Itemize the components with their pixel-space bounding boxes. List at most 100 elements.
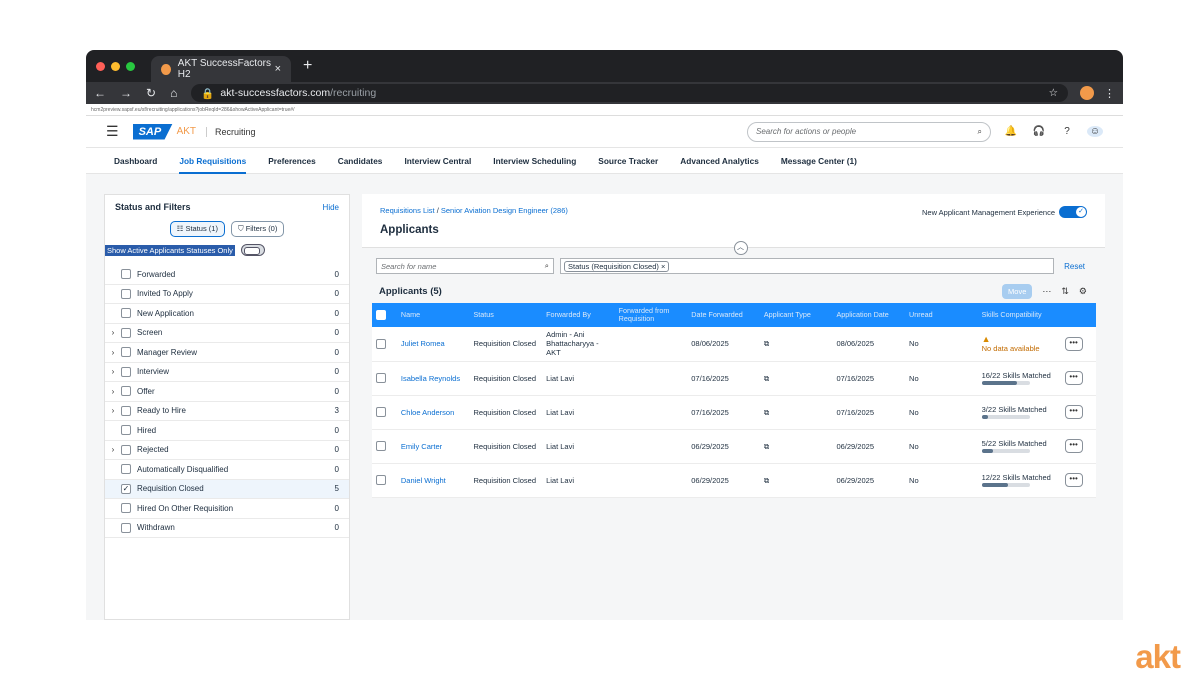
row-more-actions-icon[interactable]: ••• [1064, 336, 1083, 351]
col-forwarded-by[interactable]: Forwarded By [542, 303, 615, 327]
status-list-item[interactable]: › Interview 0 [105, 363, 349, 382]
status-checkbox[interactable] [121, 405, 131, 416]
applicant-name-link[interactable]: Emily Carter [396, 429, 470, 464]
status-checkbox[interactable] [121, 269, 131, 280]
status-checkbox[interactable] [121, 288, 131, 299]
status-checkbox[interactable] [121, 425, 131, 436]
status-list-item[interactable]: Withdrawn 0 [105, 519, 349, 538]
select-all-checkbox[interactable] [376, 310, 386, 320]
maximize-window-icon[interactable] [126, 61, 135, 71]
search-icon[interactable]: ⌕ [978, 127, 982, 137]
settings-gear-icon[interactable]: ⚙ [1079, 286, 1087, 297]
notifications-icon[interactable]: 🔔 [1003, 126, 1019, 137]
status-checkbox[interactable]: ✓ [121, 483, 131, 494]
status-list-item[interactable]: › Screen 0 [105, 324, 349, 343]
status-checkbox[interactable] [121, 308, 131, 319]
profile-avatar-icon[interactable] [1080, 86, 1094, 100]
tab-interview-scheduling[interactable]: Interview Scheduling [493, 148, 576, 174]
status-token[interactable]: Status (Requisition Closed) × [564, 260, 670, 272]
browser-tab[interactable]: AKT SuccessFactors H2 × [151, 56, 291, 82]
sort-icon[interactable]: ⇅ [1061, 286, 1069, 297]
row-checkbox[interactable] [376, 407, 386, 417]
tab-source-tracker[interactable]: Source Tracker [598, 148, 658, 174]
applicant-name-link[interactable]: Juliet Romea [396, 327, 470, 362]
row-more-actions-icon[interactable]: ••• [1064, 405, 1083, 419]
status-list-item[interactable]: Forwarded 0 [105, 265, 349, 285]
home-icon[interactable]: ⌂ [170, 86, 177, 100]
applicant-name-link[interactable]: Isabella Reynolds [396, 361, 470, 396]
row-more-actions-icon[interactable]: ••• [1064, 371, 1083, 385]
search-icon[interactable]: ⌕ [545, 261, 549, 271]
menu-icon[interactable]: ☰ [106, 123, 119, 140]
row-checkbox[interactable] [376, 441, 386, 451]
chevron-right-icon[interactable]: › [105, 387, 121, 396]
filters-button[interactable]: ⛉ Filters (0) [230, 221, 285, 237]
status-list-item[interactable]: › Offer 0 [105, 382, 349, 402]
status-list-item[interactable]: Hired 0 [105, 421, 349, 441]
table-row[interactable]: Isabella Reynolds Requisition Closed Liat … [372, 361, 1096, 396]
col-forwarded-from-requisition[interactable]: Forwarded from Requisition [615, 303, 688, 327]
tab-job-requisitions[interactable]: Job Requisitions [179, 148, 247, 174]
more-actions-icon[interactable]: ⋯ [1042, 286, 1051, 297]
applicant-name-link[interactable]: Daniel Wright [396, 463, 470, 498]
url-input[interactable]: 🔒 akt-successfactors.com/recruiting ☆ [191, 84, 1068, 102]
col-name[interactable]: Name [397, 303, 470, 327]
tab-advanced-analytics[interactable]: Advanced Analytics [680, 148, 759, 174]
applicant-name-link[interactable]: Chloe Anderson [396, 395, 470, 430]
breadcrumb-requisitions-link[interactable]: Requisitions List [380, 206, 435, 215]
status-list-item[interactable]: › Manager Review 0 [105, 343, 349, 363]
back-icon[interactable]: ← [94, 86, 106, 100]
remove-token-icon[interactable]: × [661, 262, 665, 271]
col-applicant-type[interactable]: Applicant Type [760, 303, 833, 327]
reload-icon[interactable]: ↻ [146, 86, 156, 100]
bookmark-star-icon[interactable]: ☆ [1049, 87, 1058, 99]
help-icon[interactable]: ? [1059, 126, 1075, 137]
row-checkbox[interactable] [376, 338, 386, 349]
table-row[interactable]: Chloe Anderson Requisition Closed Liat Lav… [372, 395, 1096, 430]
headset-icon[interactable]: 🎧 [1031, 126, 1047, 137]
status-list-item[interactable]: Automatically Disqualified 0 [105, 460, 349, 480]
chevron-right-icon[interactable]: › [105, 445, 121, 454]
status-list-item[interactable]: New Application 0 [105, 304, 349, 324]
close-window-icon[interactable] [96, 61, 105, 71]
status-checkbox[interactable] [121, 522, 131, 533]
col-status[interactable]: Status [469, 303, 542, 327]
status-checkbox[interactable] [121, 464, 131, 475]
forward-icon[interactable]: → [120, 86, 132, 100]
row-more-actions-icon[interactable]: ••• [1064, 473, 1083, 487]
col-date-forwarded[interactable]: Date Forwarded [687, 303, 760, 327]
collapse-header-icon[interactable]: ︿ [733, 241, 748, 255]
tab-interview-central[interactable]: Interview Central [404, 148, 471, 174]
breadcrumb-current[interactable]: Senior Aviation Design Engineer (286) [441, 206, 568, 215]
row-checkbox[interactable] [376, 475, 386, 485]
tab-message-center[interactable]: Message Center (1) [781, 148, 857, 174]
status-checkbox[interactable] [121, 327, 131, 338]
row-checkbox[interactable] [376, 373, 386, 383]
status-list-item[interactable]: › Ready to Hire 3 [105, 402, 349, 421]
tab-preferences[interactable]: Preferences [268, 148, 316, 174]
browser-menu-icon[interactable]: ⋮ [1104, 87, 1115, 100]
close-tab-icon[interactable]: × [275, 63, 281, 75]
table-row[interactable]: Emily Carter Requisition Closed Liat Lavi 0… [372, 429, 1096, 464]
row-more-actions-icon[interactable]: ••• [1064, 439, 1083, 453]
status-checkbox[interactable] [121, 366, 131, 377]
col-skills[interactable]: Skills Compatibility [978, 303, 1061, 327]
status-list-item[interactable]: › Rejected 0 [105, 441, 349, 460]
status-checkbox[interactable] [121, 444, 131, 455]
tab-dashboard[interactable]: Dashboard [114, 148, 157, 174]
tab-candidates[interactable]: Candidates [338, 148, 383, 174]
new-experience-toggle[interactable] [1059, 206, 1087, 218]
table-row[interactable]: Daniel Wright Requisition Closed Liat Lavi… [372, 463, 1096, 498]
table-row[interactable]: Juliet Romea Requisition Closed Admin - An… [372, 327, 1096, 362]
status-list-item[interactable]: Invited To Apply 0 [105, 285, 349, 304]
chevron-right-icon[interactable]: › [105, 328, 121, 337]
move-button[interactable]: Move [1002, 284, 1033, 299]
global-search-input[interactable]: Search for actions or people ⌕ [747, 121, 991, 142]
status-filter-button[interactable]: ☷ Status (1) [169, 221, 225, 237]
chevron-right-icon[interactable]: › [105, 406, 121, 415]
status-list-item[interactable]: Hired On Other Requisition 0 [105, 499, 349, 519]
col-unread[interactable]: Unread [905, 303, 978, 327]
status-checkbox[interactable] [121, 386, 131, 397]
chevron-right-icon[interactable]: › [105, 367, 121, 376]
status-list-item[interactable]: ✓ Requisition Closed 5 [105, 479, 349, 499]
